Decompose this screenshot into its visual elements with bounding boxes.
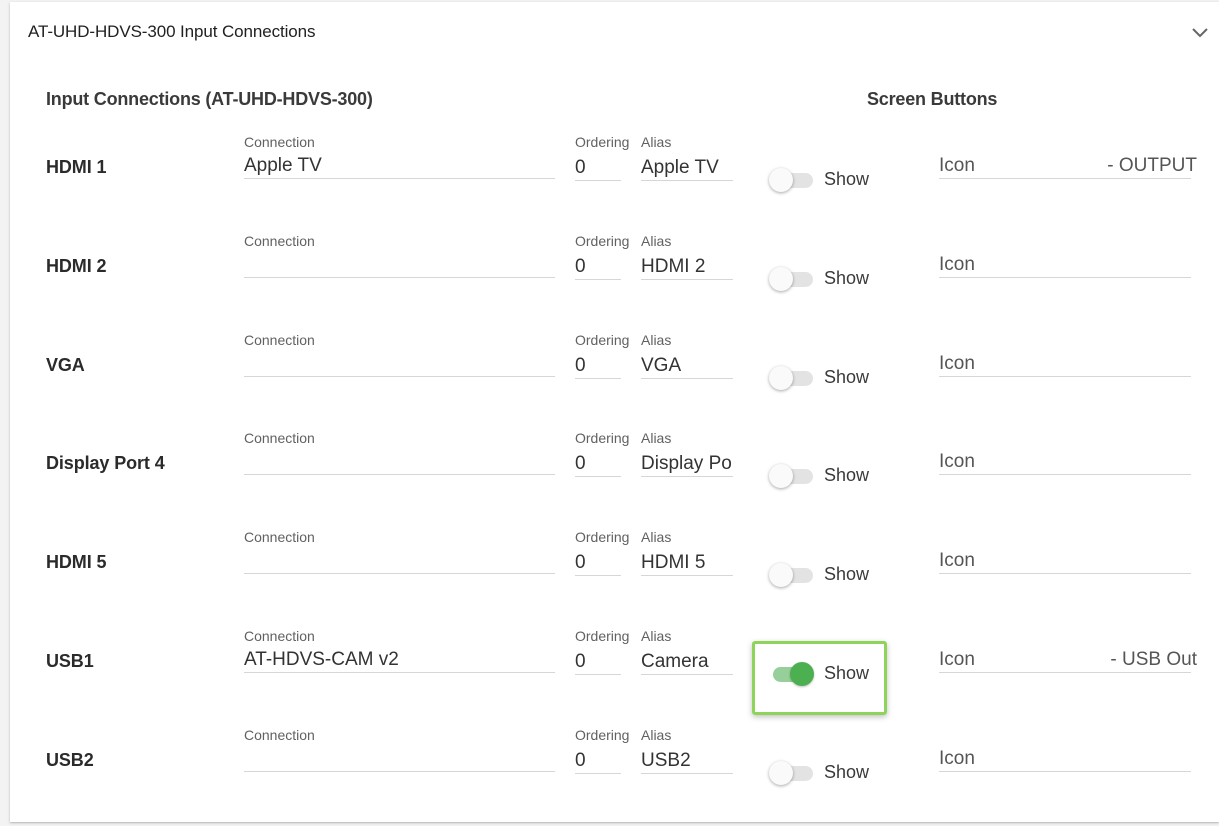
icon-field[interactable]: Icon - USB Out bbox=[939, 646, 1197, 673]
show-label: Show bbox=[824, 367, 870, 387]
ordering-field[interactable]: 0 bbox=[575, 648, 621, 675]
ordering-field[interactable]: 0 bbox=[575, 154, 621, 181]
alias-label: Alias bbox=[641, 727, 672, 743]
show-label: Show bbox=[824, 762, 870, 782]
connection-row: Display Port 4 Connection Ordering 0 Alias Di… bbox=[0, 430, 1219, 529]
icon-label: Icon bbox=[939, 451, 975, 472]
icon-field[interactable]: Icon bbox=[939, 745, 1191, 772]
ordering-label: Ordering bbox=[575, 134, 630, 150]
show-label: Show bbox=[824, 169, 870, 189]
icon-label: Icon bbox=[939, 748, 975, 769]
alias-field[interactable]: Display Po bbox=[641, 450, 733, 477]
alias-label: Alias bbox=[641, 430, 672, 446]
ordering-label: Ordering bbox=[575, 529, 630, 545]
alias-field[interactable]: Camera bbox=[641, 648, 733, 675]
ordering-label: Ordering bbox=[575, 332, 630, 348]
input-connections-heading: Input Connections (AT-UHD-HDVS-300) bbox=[46, 89, 373, 109]
connection-label: Connection bbox=[244, 332, 315, 348]
alias-label: Alias bbox=[641, 332, 672, 348]
connection-row: HDMI 2 Connection Ordering 0 Alias HDMI 2 Show… bbox=[0, 233, 1219, 332]
show-toggle[interactable] bbox=[769, 366, 815, 390]
show-label: Show bbox=[824, 465, 870, 485]
connection-field[interactable] bbox=[244, 448, 555, 475]
icon-label: Icon bbox=[939, 649, 975, 670]
show-label: Show bbox=[824, 564, 870, 584]
icon-field[interactable]: Icon bbox=[939, 350, 1191, 377]
icon-field[interactable]: Icon bbox=[939, 448, 1191, 475]
show-toggle[interactable] bbox=[769, 464, 815, 488]
input-name: VGA bbox=[46, 355, 85, 375]
ordering-label: Ordering bbox=[575, 727, 630, 743]
toggle-knob bbox=[769, 267, 793, 291]
connection-row: HDMI 1 Connection Apple TV Ordering 0 Alias Ap… bbox=[0, 134, 1219, 233]
ordering-field[interactable]: 0 bbox=[575, 352, 621, 379]
focus-highlight bbox=[752, 641, 887, 715]
connection-label: Connection bbox=[244, 727, 315, 743]
connection-row: USB1 Connection AT-HDVS-CAM v2 Ordering 0 Ali… bbox=[0, 628, 1219, 727]
connection-field[interactable]: Apple TV bbox=[244, 152, 555, 179]
toggle-knob bbox=[769, 464, 793, 488]
connection-row: HDMI 5 Connection Ordering 0 Alias HDMI 5 Show… bbox=[0, 529, 1219, 628]
show-label: Show bbox=[824, 268, 870, 288]
toggle-knob bbox=[769, 366, 793, 390]
alias-field[interactable]: USB2 bbox=[641, 747, 733, 774]
ordering-field[interactable]: 0 bbox=[575, 549, 621, 576]
input-name: HDMI 2 bbox=[46, 256, 107, 276]
icon-output-text: - USB Out bbox=[1110, 649, 1197, 670]
alias-field[interactable]: Apple TV bbox=[641, 154, 733, 181]
alias-field[interactable]: VGA bbox=[641, 352, 733, 379]
alias-label: Alias bbox=[641, 628, 672, 644]
alias-label: Alias bbox=[641, 134, 672, 150]
panel-title: AT-UHD-HDVS-300 Input Connections bbox=[28, 22, 316, 41]
ordering-label: Ordering bbox=[575, 233, 630, 249]
alias-field[interactable]: HDMI 2 bbox=[641, 253, 733, 280]
alias-label: Alias bbox=[641, 529, 672, 545]
ordering-field[interactable]: 0 bbox=[575, 253, 621, 280]
screen-buttons-heading: Screen Buttons bbox=[867, 89, 998, 109]
input-name: HDMI 1 bbox=[46, 157, 107, 177]
connection-field[interactable]: AT-HDVS-CAM v2 bbox=[244, 646, 555, 673]
input-name: HDMI 5 bbox=[46, 552, 107, 572]
ordering-field[interactable]: 0 bbox=[575, 747, 621, 774]
ordering-field[interactable]: 0 bbox=[575, 450, 621, 477]
icon-label: Icon bbox=[939, 155, 975, 176]
toggle-knob bbox=[769, 761, 793, 785]
show-toggle[interactable] bbox=[769, 563, 815, 587]
connection-label: Connection bbox=[244, 430, 315, 446]
alias-label: Alias bbox=[641, 233, 672, 249]
icon-label: Icon bbox=[939, 254, 975, 275]
toggle-knob bbox=[769, 563, 793, 587]
show-toggle[interactable] bbox=[769, 267, 815, 291]
connection-label: Connection bbox=[244, 628, 315, 644]
icon-field[interactable]: Icon bbox=[939, 547, 1191, 574]
alias-field[interactable]: HDMI 5 bbox=[641, 549, 733, 576]
chevron-down-icon[interactable] bbox=[1191, 27, 1209, 39]
connection-field[interactable] bbox=[244, 547, 555, 574]
ordering-label: Ordering bbox=[575, 430, 630, 446]
connection-label: Connection bbox=[244, 529, 315, 545]
input-name: USB1 bbox=[46, 651, 94, 671]
icon-output-text: - OUTPUT bbox=[1107, 155, 1197, 176]
connection-row: USB2 Connection Ordering 0 Alias USB2 Show Icon bbox=[0, 727, 1219, 826]
connection-label: Connection bbox=[244, 134, 315, 150]
connection-label: Connection bbox=[244, 233, 315, 249]
icon-label: Icon bbox=[939, 550, 975, 571]
toggle-knob bbox=[769, 168, 793, 192]
icon-label: Icon bbox=[939, 353, 975, 374]
connection-field[interactable] bbox=[244, 350, 555, 377]
show-toggle[interactable] bbox=[769, 168, 815, 192]
input-name: USB2 bbox=[46, 750, 94, 770]
input-name: Display Port 4 bbox=[46, 453, 165, 473]
ordering-label: Ordering bbox=[575, 628, 630, 644]
connection-field[interactable] bbox=[244, 251, 555, 278]
connection-field[interactable] bbox=[244, 745, 555, 772]
connection-row: VGA Connection Ordering 0 Alias VGA Show Icon bbox=[0, 332, 1219, 431]
icon-field[interactable]: Icon bbox=[939, 251, 1191, 278]
icon-field[interactable]: Icon - OUTPUT bbox=[939, 152, 1197, 179]
show-toggle[interactable] bbox=[769, 761, 815, 785]
